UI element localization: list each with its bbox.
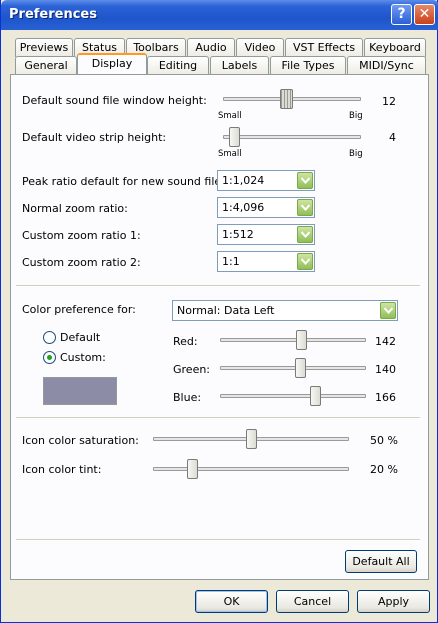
normal-zoom-select[interactable]: 1:4,096 (217, 197, 315, 218)
sound-height-slider[interactable] (280, 89, 293, 109)
tab-file-types[interactable]: File Types (270, 56, 346, 75)
tab-label: Audio (195, 41, 227, 54)
normal-zoom-label: Normal zoom ratio: (22, 202, 128, 215)
chevron-down-icon[interactable] (297, 253, 313, 270)
tab-label: Display (91, 57, 133, 70)
icon-tint-value: 20 % (370, 463, 398, 476)
tab-video[interactable]: Video (236, 38, 284, 57)
custom-zoom-2-select[interactable]: 1:1 (217, 251, 315, 272)
tab-keyboard[interactable]: Keyboard (364, 38, 426, 57)
tab-label: Editing (158, 59, 198, 72)
blue-value: 166 (375, 391, 396, 404)
peak-ratio-select[interactable]: 1:1,024 (217, 170, 315, 191)
custom-zoom-2-label: Custom zoom ratio 2: (22, 256, 141, 269)
peak-ratio-value: 1:1,024 (222, 174, 265, 187)
apply-button[interactable]: Apply (357, 590, 430, 613)
close-icon[interactable]: ✕ (414, 4, 435, 25)
chevron-down-icon[interactable] (297, 172, 313, 189)
tab-editing[interactable]: Editing (147, 56, 209, 75)
sound-height-label: Default sound file window height: (22, 94, 207, 107)
custom-zoom-1-label: Custom zoom ratio 1: (22, 229, 141, 242)
color-pref-value: Normal: Data Left (177, 304, 275, 317)
ok-button[interactable]: OK (195, 590, 268, 613)
icon-saturation-label: Icon color saturation: (22, 434, 139, 447)
chevron-down-icon[interactable] (380, 302, 396, 319)
tab-label: Video (244, 41, 276, 54)
blue-track[interactable] (220, 394, 366, 398)
tab-label: File Types (281, 59, 335, 72)
radio-selected-dot (47, 355, 52, 360)
custom-zoom-2-value: 1:1 (222, 255, 240, 268)
custom-zoom-1-value: 1:512 (222, 228, 254, 241)
sound-height-value: 12 (382, 95, 396, 108)
sound-height-max-label: Big (349, 111, 363, 121)
color-pref-label: Color preference for: (22, 303, 136, 316)
normal-zoom-value: 1:4,096 (222, 201, 265, 214)
default-all-button[interactable]: Default All (345, 550, 417, 573)
video-height-track[interactable] (223, 135, 361, 139)
video-height-slider[interactable] (229, 127, 240, 147)
chevron-down-icon[interactable] (297, 199, 313, 216)
radio-default-label: Default (60, 331, 101, 344)
video-height-value: 4 (389, 131, 396, 144)
blue-slider[interactable] (310, 386, 321, 406)
custom-color-swatch[interactable] (43, 377, 117, 405)
help-icon[interactable]: ? (391, 4, 412, 25)
red-slider[interactable] (296, 330, 307, 350)
title-bar[interactable]: Preferences ? ✕ (1, 0, 438, 30)
tab-vst-effects[interactable]: VST Effects (285, 38, 363, 57)
tab-label: Labels (221, 59, 258, 72)
red-value: 142 (375, 335, 396, 348)
tab-labels[interactable]: Labels (210, 56, 269, 75)
tab-audio[interactable]: Audio (187, 38, 235, 57)
video-height-min-label: Small (218, 149, 242, 159)
section-divider (16, 539, 420, 541)
tab-label: MIDI/Sync (359, 59, 414, 72)
blue-label: Blue: (173, 391, 202, 404)
custom-zoom-1-select[interactable]: 1:512 (217, 224, 315, 245)
red-label: Red: (173, 335, 198, 348)
green-slider[interactable] (295, 358, 306, 378)
green-track[interactable] (220, 366, 366, 370)
tab-display[interactable]: Display (77, 53, 147, 74)
window-title: Preferences (9, 7, 97, 22)
icon-saturation-value: 50 % (370, 434, 398, 447)
icon-tint-slider[interactable] (187, 459, 198, 479)
chevron-down-icon[interactable] (297, 226, 313, 243)
peak-ratio-label: Peak ratio default for new sound files: (22, 175, 231, 188)
tab-previews[interactable]: Previews (15, 38, 73, 57)
section-divider (16, 417, 420, 419)
tab-label: VST Effects (292, 41, 356, 54)
section-divider (16, 285, 420, 287)
radio-default[interactable] (43, 331, 56, 344)
radio-custom-label: Custom: (60, 351, 106, 364)
red-track[interactable] (220, 338, 366, 342)
preferences-window: Preferences ? ✕ Previews Status Toolbars… (0, 0, 438, 623)
green-label: Green: (173, 363, 211, 376)
tab-midi-sync[interactable]: MIDI/Sync (347, 56, 426, 75)
tab-general[interactable]: General (15, 56, 77, 75)
sound-height-min-label: Small (218, 111, 242, 121)
radio-custom[interactable] (43, 351, 56, 364)
video-height-max-label: Big (349, 149, 363, 159)
icon-tint-label: Icon color tint: (22, 463, 102, 476)
icon-tint-track[interactable] (153, 467, 349, 471)
cancel-button[interactable]: Cancel (276, 590, 349, 613)
icon-saturation-slider[interactable] (246, 429, 257, 449)
color-pref-select[interactable]: Normal: Data Left (172, 300, 398, 321)
tab-label: General (24, 59, 68, 72)
video-height-label: Default video strip height: (22, 131, 167, 144)
tab-label: Keyboard (369, 41, 421, 54)
tab-label: Previews (19, 41, 69, 54)
green-value: 140 (375, 363, 396, 376)
